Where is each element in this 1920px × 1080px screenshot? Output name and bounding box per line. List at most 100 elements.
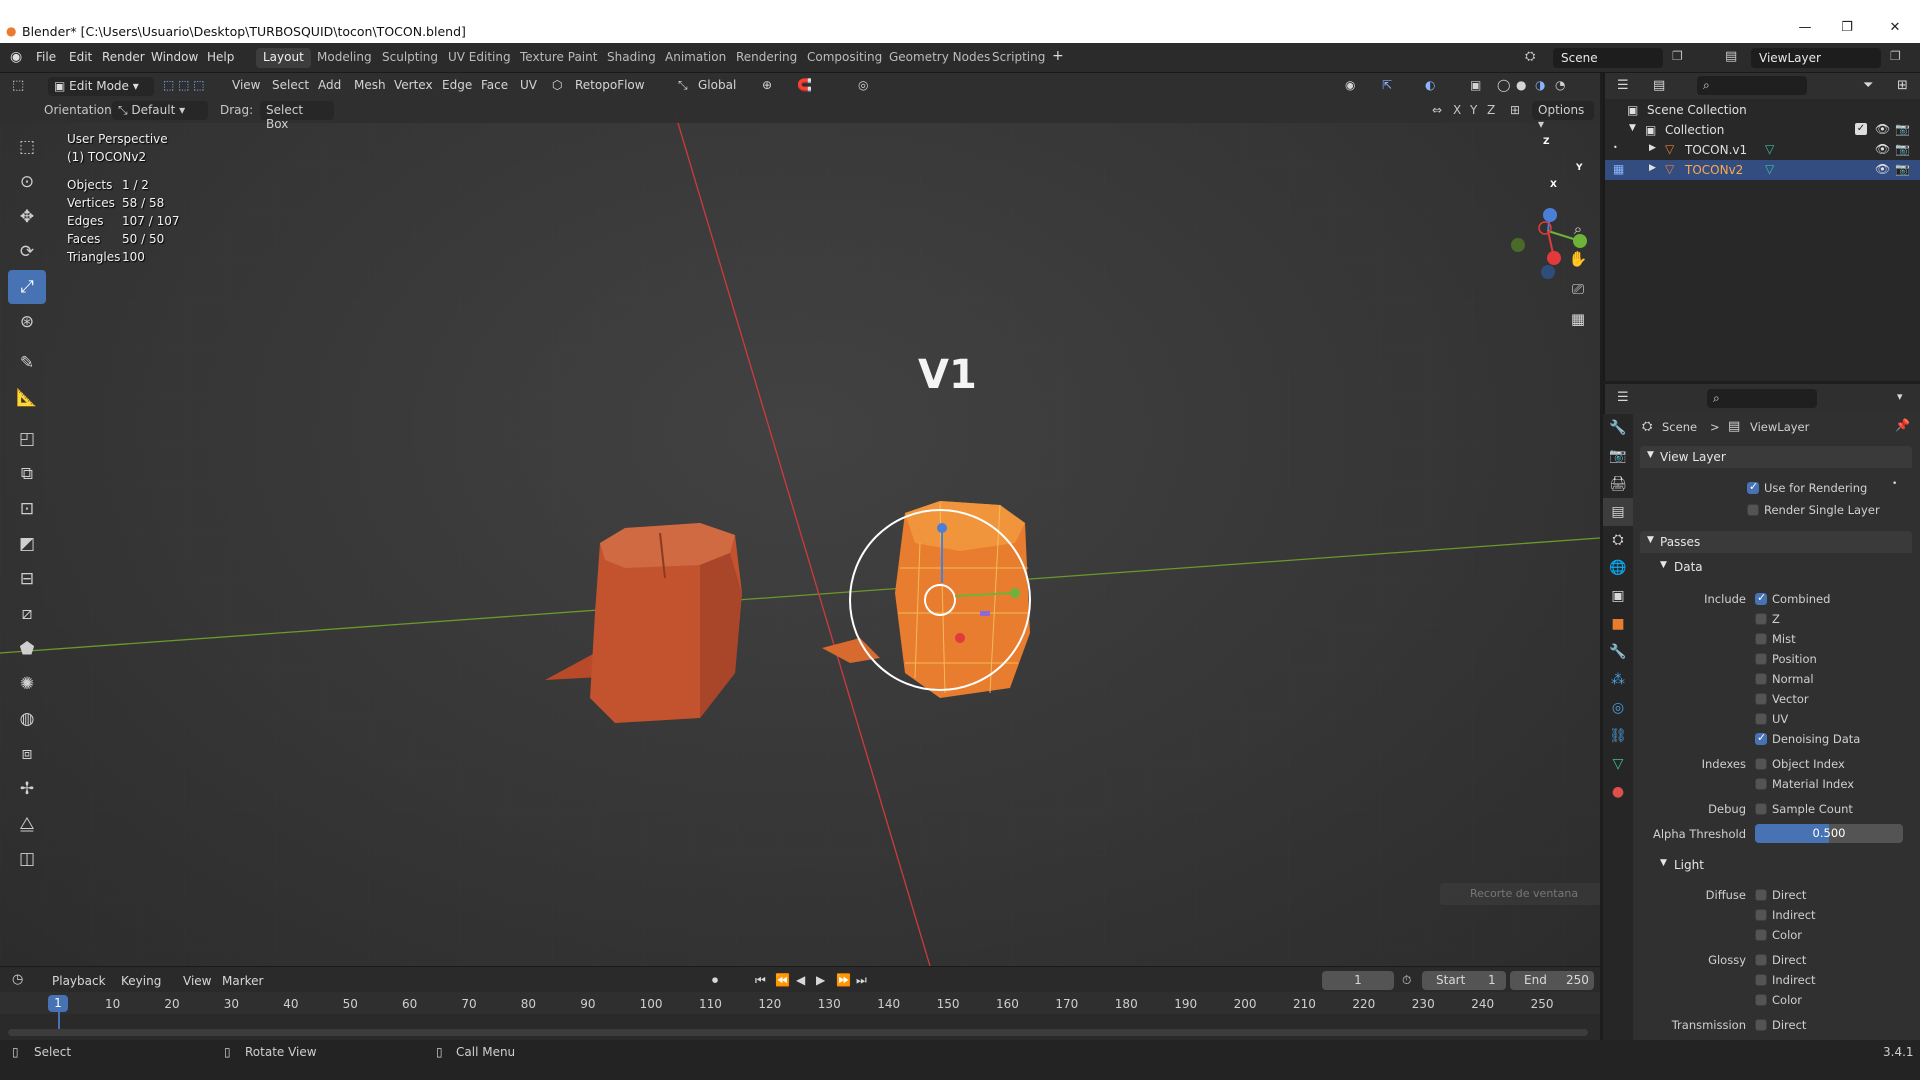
cursor-tool-icon[interactable]: ⊙ <box>8 165 46 199</box>
tab-compositing[interactable]: Compositing <box>800 48 889 68</box>
render-camera-icon[interactable]: 📷 <box>1895 162 1910 176</box>
menu-uv[interactable]: UV <box>520 78 537 92</box>
menu-mesh[interactable]: Mesh <box>354 78 386 92</box>
options-dropdown[interactable]: Options ▾ <box>1532 101 1594 131</box>
bevel-tool-icon[interactable]: ◩ <box>8 527 46 561</box>
play-reverse-icon[interactable]: ◀ <box>796 973 805 987</box>
collapse-icon[interactable]: ▼ <box>1660 858 1667 868</box>
smooth-tool-icon[interactable]: ◍ <box>8 702 46 736</box>
constraints-tab-icon[interactable]: ⛓ <box>1603 722 1633 750</box>
menu-render[interactable]: Render <box>102 50 145 64</box>
close-button[interactable]: ✕ <box>1875 20 1915 40</box>
outliner-search-input[interactable]: ⌕ <box>1697 76 1807 95</box>
properties-editor-icon[interactable]: ☰ <box>1617 390 1629 405</box>
output-tab-icon[interactable]: 🖨 <box>1603 470 1633 498</box>
modifier-tab-icon[interactable]: 🔧 <box>1603 638 1633 666</box>
visibility-eye-icon[interactable]: 👁 <box>1875 142 1890 156</box>
rotate-tool-icon[interactable]: ⟳ <box>8 235 46 269</box>
mirror-x-toggle[interactable]: X <box>1453 103 1461 117</box>
tab-animation[interactable]: Animation <box>658 48 733 68</box>
exclude-checkbox[interactable]: ✓ <box>1855 123 1867 135</box>
loop-cut-tool-icon[interactable]: ⊟ <box>8 562 46 596</box>
tool-tab-icon[interactable]: 🔧 <box>1603 414 1633 442</box>
scene-copy-icon[interactable]: ❐ <box>1672 49 1683 63</box>
solid-shading-icon[interactable]: ● <box>1516 78 1526 92</box>
physics-tab-icon[interactable]: ◎ <box>1603 694 1633 722</box>
outliner-item-tocon-v1[interactable]: • ▶ ▽ TOCON.v1 ▽ 👁 📷 <box>1605 140 1920 160</box>
timeline-scrollbar[interactable] <box>8 1029 1588 1036</box>
outliner-scene-collection[interactable]: ▣ Scene Collection <box>1605 100 1920 120</box>
shrink-fatten-tool-icon[interactable]: ✢ <box>8 772 46 806</box>
visibility-eye-icon[interactable]: 👁 <box>1875 122 1890 136</box>
sample-count-checkbox[interactable] <box>1755 803 1767 815</box>
material-shading-icon[interactable]: ◑ <box>1535 78 1545 92</box>
tab-uv-editing[interactable]: UV Editing <box>441 48 518 68</box>
visibility-eye-icon[interactable]: 👁 <box>1875 162 1890 176</box>
jump-end-icon[interactable]: ⏭ <box>856 973 867 988</box>
tab-scripting[interactable]: Scripting <box>985 48 1052 68</box>
filter-icon[interactable]: ⏷ <box>1863 78 1873 93</box>
poly-build-tool-icon[interactable]: ⬟ <box>8 632 46 666</box>
diffuse-color-checkbox[interactable] <box>1755 929 1767 941</box>
uv-checkbox[interactable] <box>1755 713 1767 725</box>
overlay-visibility-icon[interactable]: ◉ <box>1345 78 1355 92</box>
shear-tool-icon[interactable]: ⧋ <box>8 807 46 841</box>
menu-edit[interactable]: Edit <box>69 50 92 64</box>
menu-file[interactable]: File <box>36 50 56 64</box>
camera-icon[interactable]: ⎚ <box>1565 276 1591 302</box>
mode-dropdown[interactable]: ▣ Edit Mode ▾ <box>48 77 154 96</box>
preview-range-icon[interactable]: ⏱ <box>1402 973 1411 988</box>
viewlayer-copy-icon[interactable]: ❐ <box>1890 49 1901 63</box>
mist-checkbox[interactable] <box>1755 633 1767 645</box>
mirror-icon[interactable]: ⇔ <box>1432 103 1442 117</box>
scene-field[interactable]: Scene <box>1553 48 1663 68</box>
menu-add[interactable]: Add <box>318 78 341 92</box>
playhead[interactable]: 1 <box>48 995 68 1012</box>
view-menu[interactable]: View <box>183 974 211 988</box>
jump-keyframe-back-icon[interactable]: ⏪ <box>775 973 790 987</box>
render-camera-icon[interactable]: 📷 <box>1895 142 1910 156</box>
scale-tool-icon[interactable]: ⤢ <box>8 270 46 304</box>
rip-tool-icon[interactable]: ◫ <box>8 842 46 876</box>
view-layer-tab-icon[interactable]: ▤ <box>1603 498 1633 526</box>
current-frame-field[interactable]: 1 <box>1322 971 1394 990</box>
menu-select[interactable]: Select <box>272 78 309 92</box>
material-index-checkbox[interactable] <box>1755 778 1767 790</box>
jump-keyframe-forward-icon[interactable]: ⏩ <box>836 973 851 987</box>
properties-search-input[interactable]: ⌕ <box>1707 389 1817 408</box>
blender-menu-icon[interactable]: ◉ <box>10 49 22 65</box>
add-cube-tool-icon[interactable]: ◰ <box>8 422 46 456</box>
expand-icon[interactable]: ▶ <box>1649 163 1656 173</box>
glossy-color-checkbox[interactable] <box>1755 994 1767 1006</box>
ortho-grid-icon[interactable]: ▦ <box>1565 306 1591 332</box>
annotate-tool-icon[interactable]: ✎ <box>8 346 46 380</box>
keying-menu[interactable]: Keying <box>121 974 161 988</box>
menu-view[interactable]: View <box>232 78 260 92</box>
transform-tool-icon[interactable]: ⊛ <box>8 305 46 339</box>
select-mode-icons[interactable]: ⬚ ⬚ ⬚ <box>163 78 205 92</box>
retopoflow-menu[interactable]: RetopoFlow <box>575 78 645 92</box>
outliner-editor-icon[interactable]: ☰ <box>1617 78 1629 93</box>
play-icon[interactable]: ▶ <box>816 973 825 987</box>
display-mode-icon[interactable]: ▤ <box>1653 78 1665 93</box>
world-tab-icon[interactable]: 🌐 <box>1603 554 1633 582</box>
expand-icon[interactable]: ▶ <box>1649 143 1656 153</box>
combined-checkbox[interactable] <box>1755 591 1767 605</box>
select-box-tool-icon[interactable]: ⬚ <box>8 130 46 164</box>
viewlayer-field[interactable]: ViewLayer <box>1751 48 1881 68</box>
snap-icon[interactable]: 🧲 <box>797 78 812 92</box>
mesh-data-tab-icon[interactable]: ▽ <box>1603 750 1633 778</box>
auto-keying-icon[interactable]: ⏺ <box>712 973 718 988</box>
render-single-layer-checkbox[interactable] <box>1747 504 1759 516</box>
mirror-y-toggle[interactable]: Y <box>1470 103 1477 117</box>
vector-checkbox[interactable] <box>1755 693 1767 705</box>
tab-layout[interactable]: Layout <box>256 48 311 68</box>
gizmo-z-label[interactable]: Z <box>1543 137 1550 147</box>
maximize-button[interactable]: ❐ <box>1827 20 1867 40</box>
jump-start-icon[interactable]: ⏮ <box>755 973 766 988</box>
editor-type-icon[interactable]: ⬚ <box>12 78 24 93</box>
move-tool-icon[interactable]: ✥ <box>8 200 46 234</box>
outliner-collection[interactable]: ▼ ▣ Collection ✓ 👁 📷 <box>1605 120 1920 140</box>
menu-vertex[interactable]: Vertex <box>394 78 433 92</box>
expand-icon[interactable]: ▼ <box>1629 123 1636 133</box>
